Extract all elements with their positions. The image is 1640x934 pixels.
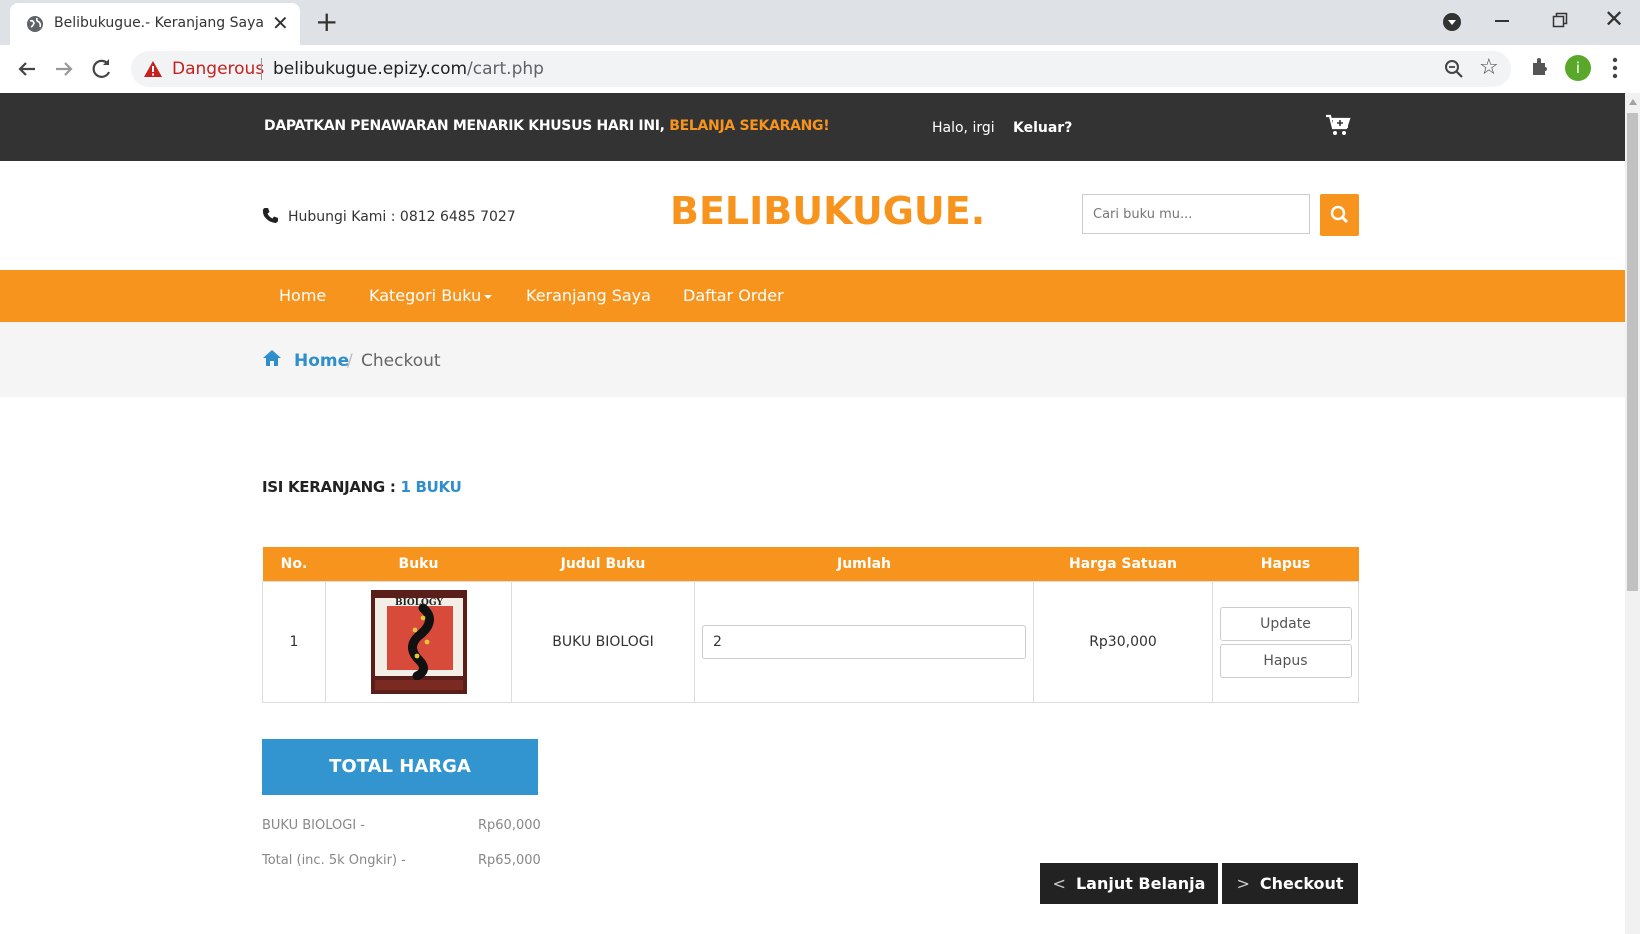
summary-total-label: Total (inc. 5k Ongkir) - xyxy=(262,853,406,868)
summary-total-value: Rp65,000 xyxy=(478,853,541,868)
col-header-judul: Judul Buku xyxy=(511,547,695,582)
summary-item-value: Rp60,000 xyxy=(478,818,541,833)
nav-daftar-order[interactable]: Daftar Order xyxy=(683,286,784,305)
breadcrumb-home[interactable]: Home xyxy=(294,351,349,371)
browser-toolbar: Dangerous belibukugue.epizy.com/cart.php… xyxy=(0,45,1640,94)
restore-icon[interactable] xyxy=(1552,12,1568,28)
url-path: /cart.php xyxy=(467,59,544,79)
delete-button[interactable]: Hapus xyxy=(1219,643,1352,678)
globe-icon xyxy=(27,16,43,32)
nav-home[interactable]: Home xyxy=(279,286,326,305)
phone-icon xyxy=(262,208,278,223)
cart-heading-label: ISI KERANJANG : xyxy=(262,478,401,496)
row-actions: Update Hapus xyxy=(1212,581,1359,703)
url-text[interactable]: belibukugue.epizy.com/cart.php xyxy=(273,59,544,79)
nav-kategori-buku[interactable]: Kategori Buku xyxy=(369,286,493,305)
cart-table: No. Buku Judul Buku Jumlah Harga Satuan … xyxy=(262,547,1359,703)
summary-item-label: BUKU BIOLOGI - xyxy=(262,818,365,833)
nav-kategori-label: Kategori Buku xyxy=(369,286,482,305)
continue-shopping-label: Lanjut Belanja xyxy=(1075,874,1206,893)
contact-info: Hubungi Kami : 0812 6485 7027 xyxy=(288,209,516,225)
book-cover-image: BIOLOGY xyxy=(370,590,467,694)
page-content: DAPATKAN PENAWARAN MENARIK KHUSUS HARI I… xyxy=(0,93,1625,934)
unit-price: Rp30,000 xyxy=(1033,581,1213,703)
address-bar[interactable]: Dangerous belibukugue.epizy.com/cart.php… xyxy=(131,51,1511,87)
main-nav: Home Kategori Buku Keranjang Saya Daftar… xyxy=(0,270,1625,322)
checkout-label: Checkout xyxy=(1259,874,1344,893)
search-input[interactable] xyxy=(1082,194,1310,234)
search-button[interactable] xyxy=(1320,194,1359,236)
quantity-input[interactable] xyxy=(702,625,1026,659)
zoom-icon[interactable] xyxy=(1443,58,1465,80)
scroll-thumb[interactable] xyxy=(1627,113,1638,591)
back-arrow-icon[interactable] xyxy=(13,55,41,83)
col-header-no: No. xyxy=(262,547,326,582)
forward-arrow-icon[interactable] xyxy=(50,55,78,83)
table-header-row: No. Buku Judul Buku Jumlah Harga Satuan … xyxy=(262,547,1359,582)
bookmark-star-icon[interactable]: ☆ xyxy=(1479,56,1499,80)
table-row: 1 BIOLOGY BUKU BIOLOGI Rp xyxy=(262,581,1359,703)
user-greeting: Halo, irgi xyxy=(932,120,995,136)
book-title: BUKU BIOLOGI xyxy=(511,581,695,703)
book-cover-title: BIOLOGY xyxy=(395,598,444,608)
window-close-icon[interactable]: ✕ xyxy=(1604,4,1624,34)
chevron-right-icon: > xyxy=(1236,874,1250,893)
search-icon xyxy=(1330,205,1349,224)
home-icon[interactable] xyxy=(262,349,282,367)
cart-heading: ISI KERANJANG : 1 BUKU xyxy=(262,478,462,496)
browser-tab-bar: Belibukugue.- Keranjang Saya ✕ + ✕ xyxy=(0,0,1640,45)
top-bar: DAPATKAN PENAWARAN MENARIK KHUSUS HARI I… xyxy=(0,93,1625,161)
book-cover-cell: BIOLOGY xyxy=(325,581,512,703)
new-tab-icon[interactable]: + xyxy=(315,6,338,38)
page-scrollbar[interactable] xyxy=(1625,93,1640,934)
row-number: 1 xyxy=(262,581,326,703)
col-header-jumlah: Jumlah xyxy=(694,547,1034,582)
nav-keranjang-saya[interactable]: Keranjang Saya xyxy=(526,286,651,305)
browser-menu-icon[interactable] xyxy=(1610,55,1620,81)
site-logo[interactable]: BELIBUKUGUE. xyxy=(670,189,985,233)
total-price-heading: TOTAL HARGA xyxy=(262,739,538,795)
col-header-harga: Harga Satuan xyxy=(1033,547,1213,582)
site-header: Hubungi Kami : 0812 6485 7027 BELIBUKUGU… xyxy=(0,161,1625,269)
promo-text: DAPATKAN PENAWARAN MENARIK KHUSUS HARI I… xyxy=(264,118,670,134)
tab-title: Belibukugue.- Keranjang Saya xyxy=(54,15,264,31)
minimize-icon[interactable] xyxy=(1495,20,1509,22)
cart-icon[interactable] xyxy=(1325,113,1351,137)
promo-banner: DAPATKAN PENAWARAN MENARIK KHUSUS HARI I… xyxy=(264,118,830,134)
caret-down-icon xyxy=(484,294,493,299)
scroll-up-arrow-icon[interactable] xyxy=(1629,99,1637,105)
qty-cell xyxy=(694,581,1034,703)
warning-icon xyxy=(144,61,162,77)
update-button[interactable]: Update xyxy=(1219,606,1352,641)
profile-avatar[interactable]: i xyxy=(1565,55,1591,81)
browser-tab[interactable]: Belibukugue.- Keranjang Saya ✕ xyxy=(10,3,300,45)
address-divider xyxy=(261,58,262,80)
close-tab-icon[interactable]: ✕ xyxy=(272,12,289,34)
promo-link[interactable]: BELANJA SEKARANG! xyxy=(669,118,829,134)
col-header-buku: Buku xyxy=(325,547,512,582)
reload-icon[interactable] xyxy=(88,55,116,83)
continue-shopping-button[interactable]: < Lanjut Belanja xyxy=(1040,863,1218,904)
logout-link[interactable]: Keluar? xyxy=(1013,120,1072,136)
checkout-button[interactable]: > Checkout xyxy=(1222,863,1358,904)
url-host: belibukugue.epizy.com xyxy=(273,59,468,79)
breadcrumb-separator: / xyxy=(347,351,353,371)
col-header-hapus: Hapus xyxy=(1212,547,1359,582)
cart-item-count: 1 BUKU xyxy=(400,478,462,496)
breadcrumb: Home / Checkout xyxy=(0,322,1625,397)
security-status[interactable]: Dangerous xyxy=(172,59,264,79)
extensions-icon[interactable] xyxy=(1528,55,1552,79)
chevron-left-icon: < xyxy=(1052,874,1066,893)
profile-dropdown-icon[interactable] xyxy=(1442,12,1462,32)
breadcrumb-current: Checkout xyxy=(361,351,441,371)
